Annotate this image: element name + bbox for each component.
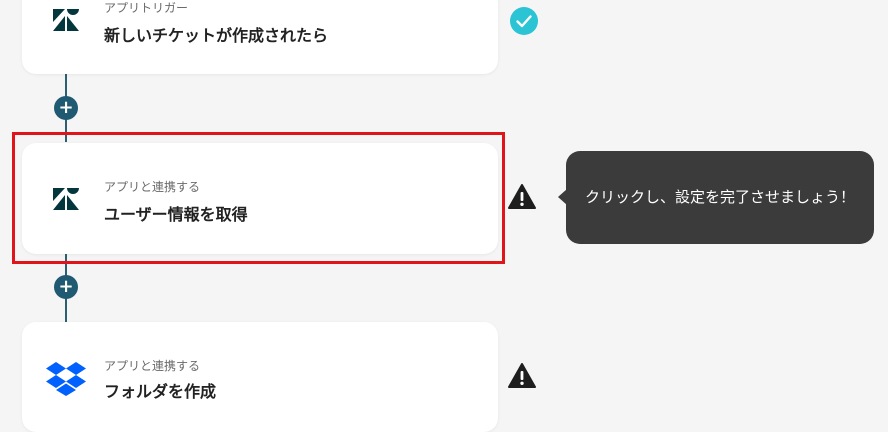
warning-icon [508, 184, 536, 209]
step-title: フォルダを作成 [104, 382, 217, 401]
add-step-button[interactable]: + [54, 96, 78, 120]
step-title: ユーザー情報を取得 [104, 205, 248, 224]
flow-step-card-trigger[interactable]: アプリトリガー 新しいチケットが作成されたら [22, 0, 498, 74]
zendesk-icon [53, 9, 79, 31]
check-complete-icon [510, 7, 538, 35]
step-subtitle: アプリトリガー [104, 1, 189, 15]
warning-icon [508, 363, 536, 388]
flow-step-card-get-user[interactable]: アプリと連携する ユーザー情報を取得 [22, 143, 498, 254]
setup-tooltip: クリックし、設定を完了させましょう！ [566, 151, 874, 244]
step-subtitle: アプリと連携する [104, 359, 201, 373]
flow-step-card-create-folder[interactable]: アプリと連携する フォルダを作成 [22, 322, 498, 432]
step-subtitle: アプリと連携する [104, 180, 201, 194]
dropbox-icon [46, 362, 86, 396]
add-step-button[interactable]: + [54, 275, 78, 299]
step-title: 新しいチケットが作成されたら [104, 26, 329, 45]
zendesk-icon [53, 188, 79, 210]
